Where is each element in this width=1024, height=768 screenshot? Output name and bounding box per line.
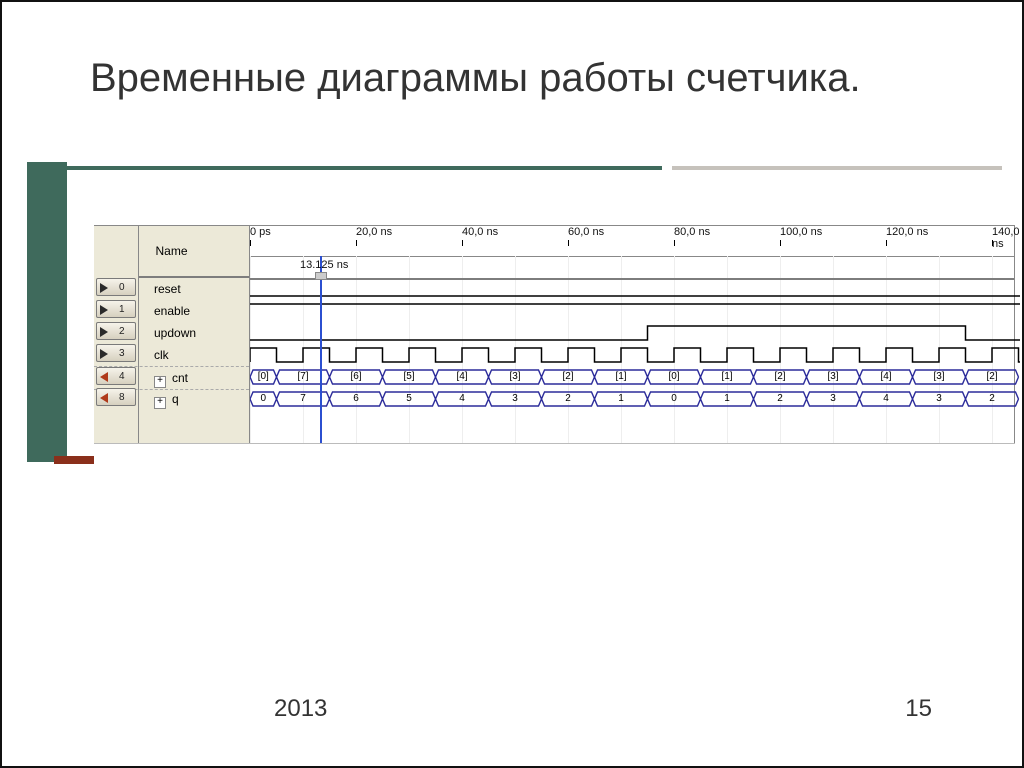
signal-names-list: 0 reset 1 enable 2 updown 3 clk 4 +cnt 8 +q <box>94 278 249 443</box>
bus-value-label: [2] <box>558 371 578 382</box>
waveform-panel: Name 0reset1enable2updown3clk4+cnt8+q 0 … <box>94 225 1015 444</box>
bus-value-label: 0 <box>664 393 684 404</box>
bus-value-label: [5] <box>399 371 419 382</box>
bus-value-label: 5 <box>399 393 419 404</box>
footer-year: 2013 <box>274 695 327 723</box>
wave-row-enable <box>250 300 1014 322</box>
slide-title: Временные диаграммы работы счетчика. <box>90 54 861 102</box>
bus-value-label: [0] <box>664 371 684 382</box>
bus-value-label: [6] <box>346 371 366 382</box>
bus-value-label: 3 <box>929 393 949 404</box>
bus-value-label: 2 <box>558 393 578 404</box>
waveform-rows: [0] [7] [6] [5] [4] [3] [2] [1] [0] [1] [2] [3] [4] [… <box>250 278 1014 443</box>
cursor-line[interactable] <box>320 256 322 443</box>
ruler-tick: 80,0 ns <box>674 226 710 238</box>
bus-value-label: [4] <box>452 371 472 382</box>
signal-handle-icon[interactable]: 3 <box>96 344 136 362</box>
accent-vertical <box>27 162 67 462</box>
cursor-time-label: 13.125 ns <box>300 259 348 271</box>
ruler-tick: 100,0 ns <box>780 226 822 238</box>
ruler-tick: 140,0 ns <box>992 226 1020 250</box>
wave-row-updown <box>250 322 1014 344</box>
bus-value-label: [7] <box>293 371 313 382</box>
ruler-tick: 0 ps <box>250 226 271 238</box>
wave-row-reset <box>250 278 1014 300</box>
bus-value-label: [0] <box>253 371 273 382</box>
bus-value-label: [1] <box>717 371 737 382</box>
wave-row-q: 0 7 6 5 4 3 2 1 0 1 2 3 4 3 2 <box>250 388 1014 410</box>
wave-row-cnt: [0] [7] [6] [5] [4] [3] [2] [1] [0] [1] [2] [3] [4] [… <box>250 366 1014 388</box>
signal-name-label: clk <box>154 344 169 366</box>
bus-value-label: [1] <box>611 371 631 382</box>
signal-name-label: reset <box>154 278 181 300</box>
bus-value-label: [3] <box>929 371 949 382</box>
cursor-handle[interactable] <box>315 272 327 280</box>
signal-name-label: enable <box>154 300 190 322</box>
bus-value-label: [2] <box>770 371 790 382</box>
bus-value-label: [3] <box>823 371 843 382</box>
bus-value-label: 3 <box>505 393 525 404</box>
expand-icon[interactable]: + <box>154 376 166 388</box>
signal-name-label: updown <box>154 322 196 344</box>
bus-value-label: 4 <box>876 393 896 404</box>
signal-row-q[interactable]: 8 +q <box>94 388 249 410</box>
signal-names-column: Name 0reset1enable2updown3clk4+cnt8+q <box>94 225 250 443</box>
bus-value-label: 6 <box>346 393 366 404</box>
signal-row-enable[interactable]: 1 enable <box>94 300 249 322</box>
signal-name-label: +cnt <box>154 367 188 389</box>
bus-value-label: 2 <box>770 393 790 404</box>
ruler-tick: 20,0 ns <box>356 226 392 238</box>
slide-frame: Временные диаграммы работы счетчика. Nam… <box>0 0 1024 768</box>
ruler-tick: 40,0 ns <box>462 226 498 238</box>
signal-handle-icon[interactable]: 1 <box>96 300 136 318</box>
bus-value-label: [4] <box>876 371 896 382</box>
bus-value-label: 3 <box>823 393 843 404</box>
bus-value-label: 4 <box>452 393 472 404</box>
bus-value-label: 2 <box>982 393 1002 404</box>
signal-row-cnt[interactable]: 4 +cnt <box>94 366 249 390</box>
bus-value-label: 0 <box>253 393 273 404</box>
bus-value-label: 1 <box>611 393 631 404</box>
bus-value-label: [2] <box>982 371 1002 382</box>
signal-handle-icon[interactable]: 4 <box>96 367 136 385</box>
ruler-tick: 60,0 ns <box>568 226 604 238</box>
signal-name-label: +q <box>154 388 179 410</box>
bus-value-label: [3] <box>505 371 525 382</box>
expand-icon[interactable]: + <box>154 397 166 409</box>
bus-value-label: 1 <box>717 393 737 404</box>
footer-page-number: 15 <box>905 695 932 723</box>
ruler-tick: 120,0 ns <box>886 226 928 238</box>
signal-row-reset[interactable]: 0 reset <box>94 278 249 300</box>
accent-rule-left <box>27 166 662 170</box>
time-ruler[interactable]: 0 ps 20,0 ns 40,0 ns 60,0 ns 80,0 ns 100,0 ns… <box>250 226 1014 257</box>
signal-row-updown[interactable]: 2 updown <box>94 322 249 344</box>
waveform-area[interactable]: 0 ps 20,0 ns 40,0 ns 60,0 ns 80,0 ns 100,0 ns… <box>250 225 1015 443</box>
bus-value-label: 7 <box>293 393 313 404</box>
accent-rule-right <box>672 166 1002 170</box>
signal-handle-icon[interactable]: 2 <box>96 322 136 340</box>
signal-handle-icon[interactable]: 8 <box>96 388 136 406</box>
signal-row-clk[interactable]: 3 clk <box>94 344 249 366</box>
wave-row-clk <box>250 344 1014 366</box>
accent-bullet <box>54 456 94 464</box>
signal-handle-icon[interactable]: 0 <box>96 278 136 296</box>
